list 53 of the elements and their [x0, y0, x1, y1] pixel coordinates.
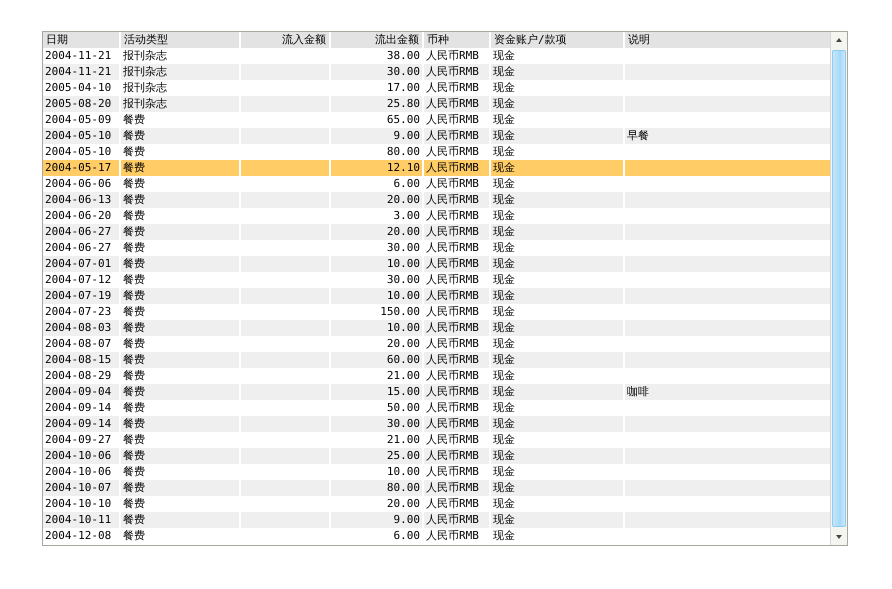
table-cell-text: 2004-08-29	[44, 368, 112, 384]
table-cell-text: 2005-04-10	[44, 80, 112, 96]
table-row[interactable]: 2004-10-07 餐费 80.00 人民币RMB 现金	[43, 480, 830, 496]
table-cell-text: 2004-05-09	[44, 112, 112, 128]
table-cell-text: 2004-09-14	[44, 400, 112, 416]
table-cell-text: 2004-08-03	[44, 320, 112, 336]
table-cell: 人民币RMB	[422, 528, 489, 544]
table-cell-text: 2004-09-04	[44, 384, 112, 400]
table-cell-text: 2004-09-27	[44, 432, 112, 448]
table-row[interactable]: 2004-09-04 餐费 15.00 人民币RMB 现金 咖啡	[43, 384, 830, 400]
column-header[interactable]: 日期	[43, 32, 119, 48]
table-cell-text: 2004-06-06	[44, 176, 112, 192]
table-cell-text: 2004-07-12	[44, 272, 112, 288]
table-cell-text: 2004-05-10	[44, 128, 112, 144]
table-cell-text: 2004-08-15	[44, 352, 112, 368]
table-row[interactable]: 2004-08-15 餐费 60.00 人民币RMB 现金	[43, 352, 830, 368]
scrollbar-thumb[interactable]	[832, 50, 846, 527]
table-cell: 现金	[489, 528, 623, 544]
table-cell-text: 2004-07-19	[44, 288, 112, 304]
table-cell-text: 2004-09-14	[44, 416, 112, 432]
table-cell-text: 2004-10-06	[44, 448, 112, 464]
table-cell-text: 2004-10-06	[44, 464, 112, 480]
table-row[interactable]: 2005-08-20 报刊杂志 25.80 人民币RMB 现金	[43, 96, 830, 112]
table-cell: 餐费	[119, 528, 239, 544]
table-cell-text: 2004-07-01	[44, 256, 112, 272]
table-cell-text: 2004-06-27	[44, 240, 112, 256]
scrollbar[interactable]	[830, 32, 847, 545]
table-row[interactable]: 2004-10-06 餐费 25.00 人民币RMB 现金	[43, 448, 830, 464]
table-row[interactable]: 2004-06-27 餐费 20.00 人民币RMB 现金	[43, 224, 830, 240]
table-row[interactable]: 2004-09-14 餐费 30.00 人民币RMB 现金	[43, 416, 830, 432]
table-cell-text: 2004-07-23	[44, 304, 112, 320]
table-cell-text: 2004-08-07	[44, 336, 112, 352]
table-cell-text: 2004-10-10	[44, 496, 112, 512]
table-row[interactable]: 2004-05-10 餐费 9.00 人民币RMB 现金 早餐	[43, 128, 830, 144]
table-row[interactable]: 2004-07-01 餐费 10.00 人民币RMB 现金	[43, 256, 830, 272]
table-row[interactable]: 2004-07-19 餐费 10.00 人民币RMB 现金	[43, 288, 830, 304]
table-row[interactable]: 2004-08-03 餐费 10.00 人民币RMB 现金	[43, 320, 830, 336]
table-cell-text: 2004-05-17	[44, 160, 112, 176]
table-cell-text: 2004-10-07	[44, 480, 112, 496]
table-cell-text: 2004-05-10	[44, 144, 112, 160]
table-row[interactable]: 2004-06-13 餐费 20.00 人民币RMB 现金	[43, 192, 830, 208]
table-cell-text: 2004-11-21	[44, 48, 112, 64]
table-row[interactable]: 2004-11-21 报刊杂志 30.00 人民币RMB 现金	[43, 64, 830, 80]
table-cell-text: 2004-06-27	[44, 224, 112, 240]
table-cell-text: 2004-06-20	[44, 208, 112, 224]
table-row[interactable]: 2004-10-11 餐费 9.00 人民币RMB 现金	[43, 512, 830, 528]
table-cell-text: 2004-10-11	[44, 512, 112, 528]
table-cell-text: 2005-08-20	[44, 96, 112, 112]
table-cell: 6.00	[329, 528, 422, 544]
table-cell-text: 2004-06-13	[44, 192, 112, 208]
table-cell-text: 2004-12-08	[44, 528, 112, 544]
table-row[interactable]: 2004-05-17 餐费 12.10 人民币RMB 现金	[43, 160, 830, 176]
table-cell-text: 2004-11-21	[44, 64, 112, 80]
